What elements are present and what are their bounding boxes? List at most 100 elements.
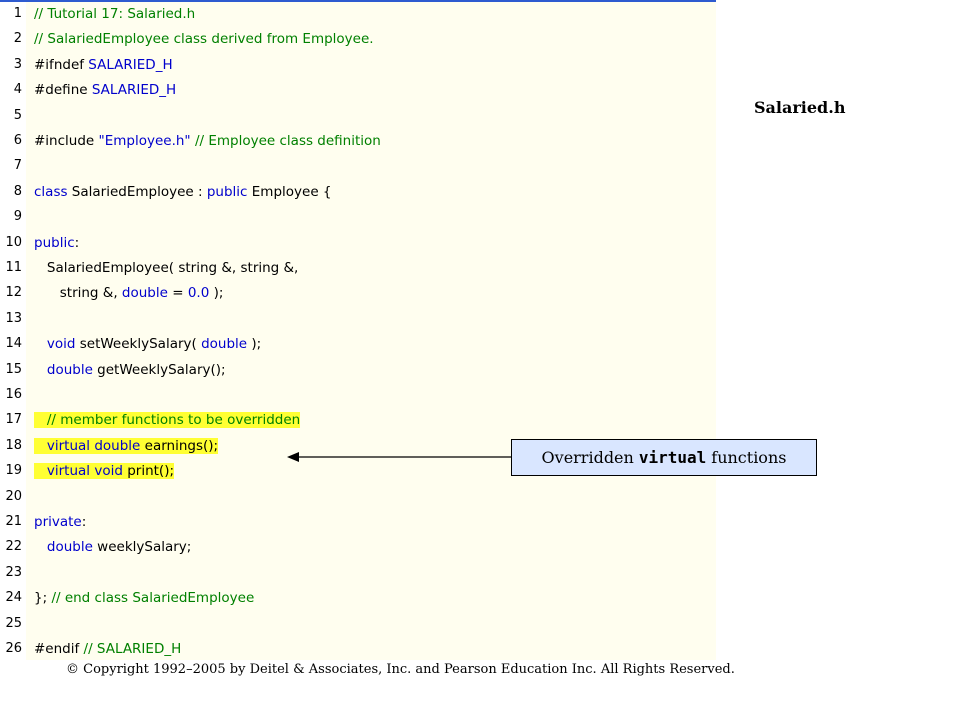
code-plain: #define bbox=[34, 82, 92, 99]
code-keyword: double bbox=[94, 437, 141, 454]
code-line: 21 private: bbox=[0, 511, 716, 533]
code-text: SalariedEmployee( string &, string &, bbox=[34, 257, 299, 279]
code-plain: string &, bbox=[34, 285, 122, 302]
line-number: 3 bbox=[13, 56, 22, 72]
code-plain: print(); bbox=[122, 463, 175, 480]
code-line: 4 #define SALARIED_H bbox=[0, 79, 716, 101]
code-keyword: public bbox=[34, 234, 75, 251]
code-text: // Tutorial 17: Salaried.h bbox=[34, 3, 195, 25]
code-content: #ifndef SALARIED_H bbox=[34, 57, 173, 73]
code-line: 20 bbox=[0, 486, 716, 508]
code-content: void setWeeklySalary( double ); bbox=[34, 336, 261, 352]
callout-keyword: virtual bbox=[638, 448, 707, 467]
code-keyword: double bbox=[201, 336, 248, 353]
highlighted-code: // member functions to be overridden bbox=[34, 412, 301, 429]
code-plain: ); bbox=[209, 285, 224, 302]
code-line: 2 // SalariedEmployee class derived from … bbox=[0, 28, 716, 50]
code-plain: SalariedEmployee( string &, string &, bbox=[34, 260, 299, 276]
code-text: double weeklySalary; bbox=[34, 536, 191, 558]
line-number: 7 bbox=[13, 158, 22, 174]
code-content: double weeklySalary; bbox=[34, 539, 191, 555]
code-text: double getWeeklySalary(); bbox=[34, 359, 226, 381]
code-string: "Employee.h" bbox=[98, 133, 191, 149]
code-content: }; // end class SalariedEmployee bbox=[34, 590, 254, 606]
code-plain: SalariedEmployee : bbox=[67, 183, 207, 200]
code-line: 10 public: bbox=[0, 232, 716, 254]
code-plain: #endif bbox=[34, 641, 84, 657]
line-number: 2 bbox=[13, 31, 22, 47]
code-plain: weeklySalary; bbox=[92, 539, 192, 556]
code-line: 11 SalariedEmployee( string &, string &, bbox=[0, 257, 716, 279]
code-text: class SalariedEmployee : public Employee… bbox=[34, 181, 332, 203]
line-number: 24 bbox=[5, 590, 22, 606]
code-line: 24}; // end class SalariedEmployee bbox=[0, 587, 716, 609]
code-line: 22 double weeklySalary; bbox=[0, 536, 716, 558]
code-text: private: bbox=[34, 511, 86, 533]
code-text: #define SALARIED_H bbox=[34, 79, 176, 101]
code-keyword: 0.0 bbox=[187, 285, 210, 302]
line-number: 8 bbox=[13, 183, 22, 199]
code-line: 5 bbox=[0, 105, 716, 127]
code-text: #endif // SALARIED_H bbox=[34, 638, 181, 660]
code-line: 16 bbox=[0, 384, 716, 406]
line-number: 26 bbox=[5, 641, 22, 656]
code-comment: // member functions to be overridden bbox=[46, 412, 301, 429]
code-plain bbox=[34, 463, 47, 479]
code-keyword: private bbox=[34, 514, 82, 530]
code-content: #endif // SALARIED_H bbox=[34, 641, 181, 657]
code-plain: earnings(); bbox=[140, 437, 219, 454]
code-plain: Employee { bbox=[247, 183, 332, 200]
code-panel: 1 // Tutorial 17: Salaried.h 2 // SalariedE… bbox=[0, 0, 716, 662]
code-keyword: void bbox=[94, 463, 123, 480]
line-number: 15 bbox=[5, 361, 22, 377]
code-text: void setWeeklySalary( double ); bbox=[34, 333, 261, 355]
code-plain: #ifndef bbox=[34, 56, 89, 73]
code-text: #ifndef SALARIED_H bbox=[34, 54, 173, 76]
code-line: 7 bbox=[0, 155, 716, 177]
code-line: 6 #include "Employee.h" // Employee class… bbox=[0, 130, 716, 152]
line-number: 4 bbox=[13, 82, 22, 98]
code-plain: : bbox=[74, 234, 80, 251]
code-keyword: double bbox=[46, 539, 93, 556]
code-line: 1 // Tutorial 17: Salaried.h bbox=[0, 3, 716, 25]
callout-suffix: functions bbox=[711, 448, 787, 467]
line-number: 17 bbox=[5, 412, 22, 428]
code-plain: = bbox=[167, 285, 188, 302]
highlighted-code: virtual double earnings(); bbox=[34, 437, 219, 454]
code-text: virtual double earnings(); bbox=[34, 435, 219, 457]
code-content: private: bbox=[34, 514, 86, 530]
code-plain bbox=[34, 438, 47, 454]
code-text: // SalariedEmployee class derived from E… bbox=[34, 28, 374, 50]
line-number: 5 bbox=[13, 107, 22, 123]
code-keyword: SALARIED_H bbox=[88, 56, 173, 73]
code-plain: getWeeklySalary(); bbox=[92, 361, 226, 378]
code-content: string &, double = 0.0 ); bbox=[34, 285, 224, 302]
line-number: 10 bbox=[5, 234, 22, 250]
code-content: double getWeeklySalary(); bbox=[34, 362, 226, 378]
code-text: }; // end class SalariedEmployee bbox=[34, 587, 254, 609]
code-line: 3 #ifndef SALARIED_H bbox=[0, 54, 716, 76]
line-number: 14 bbox=[5, 336, 22, 352]
code-plain: : bbox=[81, 514, 87, 530]
code-content: SalariedEmployee( string &, string &, bbox=[34, 260, 299, 276]
code-comment: // end class SalariedEmployee bbox=[51, 590, 255, 607]
callout-arrow-icon bbox=[287, 452, 511, 462]
code-content: #define SALARIED_H bbox=[34, 82, 176, 98]
code-keyword: double bbox=[46, 361, 93, 378]
code-comment: // SalariedEmployee class derived from E… bbox=[34, 31, 374, 48]
code-plain bbox=[34, 336, 47, 352]
file-title: Salaried.h bbox=[754, 98, 846, 117]
callout-box: Overridden virtual functions bbox=[511, 439, 817, 476]
code-line: 12 string &, double = 0.0 ); bbox=[0, 282, 716, 304]
copyright-notice: © Copyright 1992–2005 by Deitel & Associ… bbox=[66, 662, 735, 677]
code-plain bbox=[34, 539, 47, 555]
line-number: 25 bbox=[5, 615, 22, 631]
code-plain: }; bbox=[34, 590, 52, 607]
code-line: 26 #endif // SALARIED_H bbox=[0, 638, 716, 660]
code-content: #include "Employee.h" // Employee class … bbox=[34, 133, 381, 149]
line-number: 12 bbox=[5, 285, 22, 301]
code-keyword: virtual bbox=[46, 463, 91, 480]
line-number: 22 bbox=[5, 539, 22, 555]
code-line: 17 // member functions to be overridden bbox=[0, 409, 716, 431]
code-line: 13 bbox=[0, 308, 716, 330]
